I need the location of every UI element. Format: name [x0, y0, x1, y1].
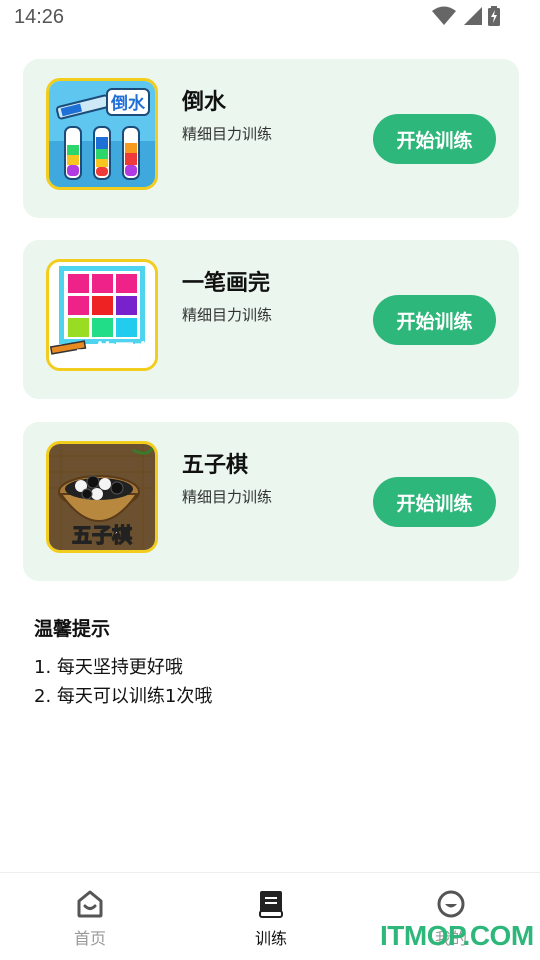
game-card-water-sort: 倒水 倒水 精细目力训练 开始训练 [23, 59, 519, 218]
wifi-icon [432, 6, 456, 26]
game-card-one-stroke: 一笔画完 一笔画完 精细目力训练 开始训练 [23, 240, 519, 399]
gomoku-game-icon[interactable]: 五子棋 [46, 441, 158, 553]
nav-item-home[interactable]: 首页 [40, 889, 140, 949]
game-title: 一笔画完 [182, 271, 271, 296]
start-training-button[interactable]: 开始训练 [373, 114, 496, 164]
status-icons [432, 6, 500, 26]
profile-icon [436, 889, 466, 919]
status-bar: 14:26 [0, 0, 540, 34]
watermark: ITMOP.COM [380, 920, 534, 951]
game-title: 五子棋 [182, 453, 249, 478]
game-card-gomoku: 五子棋 五子棋 精细目力训练 开始训练 [23, 422, 519, 581]
game-subtitle: 精细目力训练 [182, 306, 273, 324]
one-stroke-logo-text: 一笔画完 [77, 340, 153, 363]
home-icon [75, 889, 105, 919]
water-sort-logo-text: 倒水 [110, 93, 146, 114]
tips-line: 2. 每天可以训练1次哦 [34, 686, 213, 707]
tips-section: 温馨提示 1. 每天坚持更好哦 2. 每天可以训练1次哦 [34, 614, 212, 711]
battery-charging-icon [488, 6, 500, 26]
tips-title: 温馨提示 [34, 618, 111, 640]
game-title: 倒水 [182, 90, 227, 115]
start-training-button[interactable]: 开始训练 [373, 295, 496, 345]
nav-label-training: 训练 [254, 929, 287, 948]
tips-line: 1. 每天坚持更好哦 [34, 657, 183, 678]
nav-item-training[interactable]: 训练 [221, 889, 321, 949]
game-subtitle: 精细目力训练 [182, 488, 273, 506]
nav-label-home: 首页 [73, 929, 106, 948]
gomoku-logo-text: 五子棋 [72, 523, 132, 547]
game-subtitle: 精细目力训练 [182, 125, 273, 143]
status-time: 14:26 [14, 6, 65, 28]
start-training-button[interactable]: 开始训练 [373, 477, 496, 527]
one-stroke-game-icon[interactable]: 一笔画完 [46, 259, 158, 371]
water-sort-game-icon[interactable]: 倒水 [46, 78, 158, 190]
book-icon [256, 889, 286, 919]
cellular-signal-icon [462, 6, 482, 26]
